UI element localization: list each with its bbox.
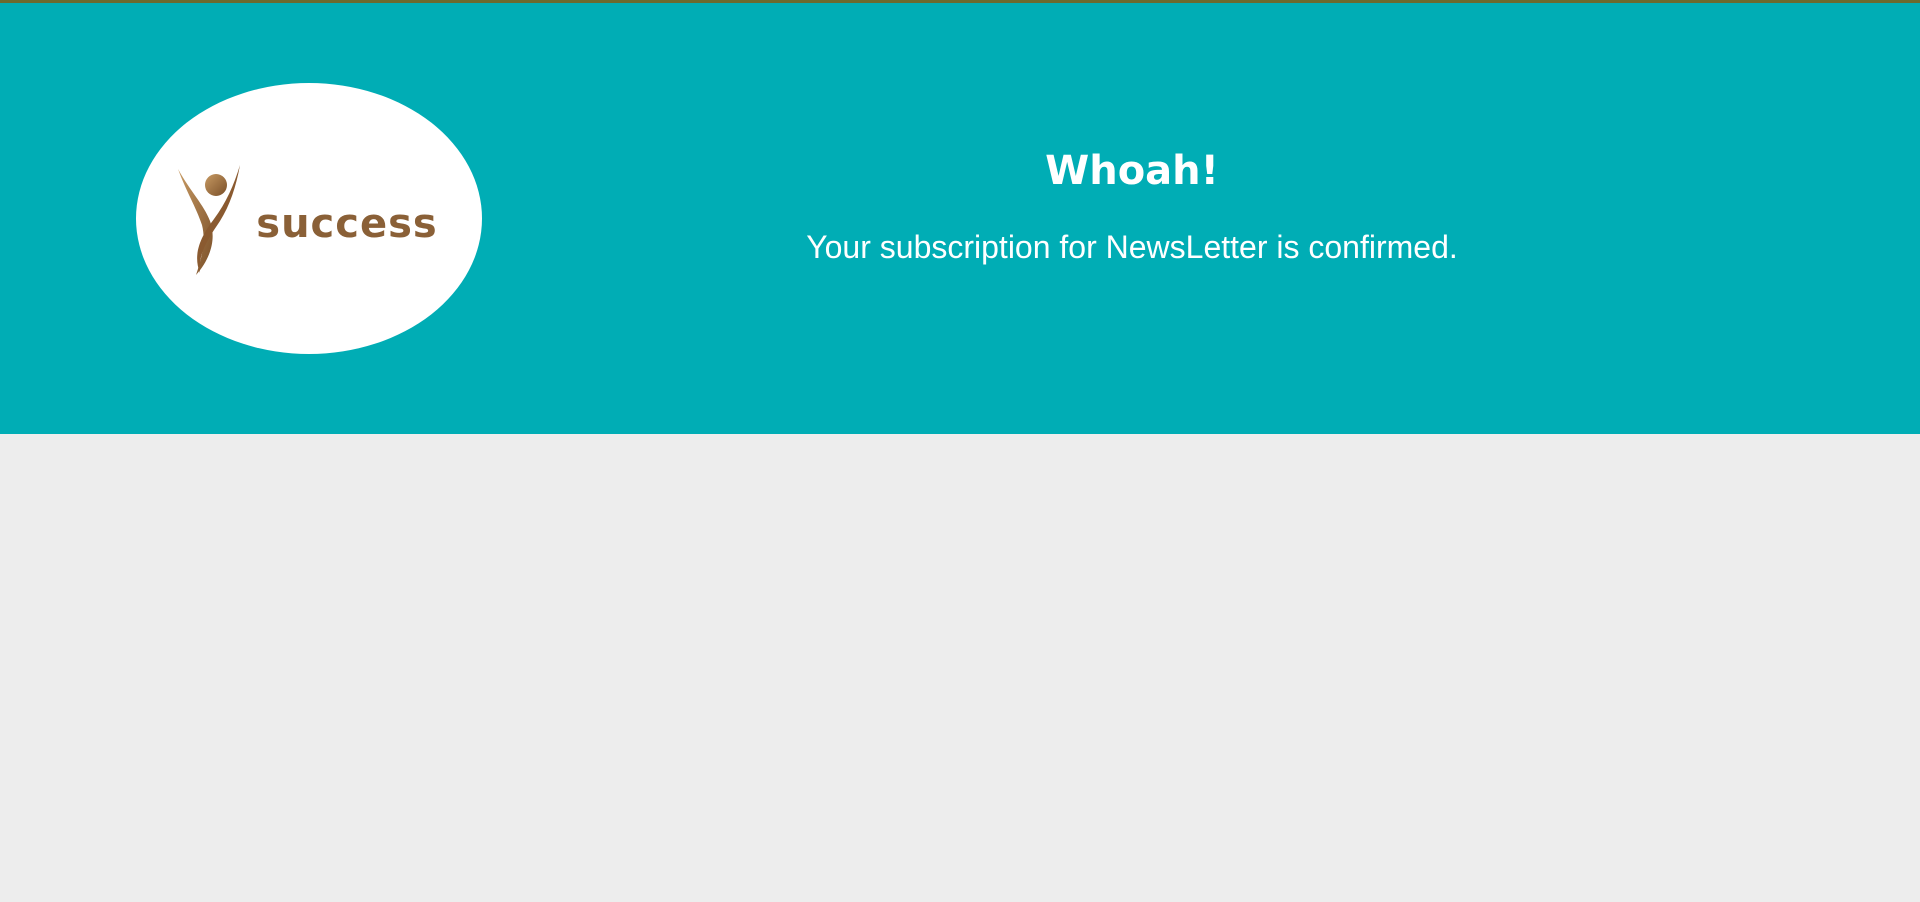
success-figure-icon: [178, 164, 241, 275]
confirmation-banner: success Whoah! Your subscription for New…: [0, 3, 1920, 434]
logo: success: [136, 83, 482, 354]
logo-lockup: success: [174, 161, 437, 279]
logo-wordmark: success: [256, 200, 438, 247]
confirmation-message: Whoah! Your subscription for NewsLetter …: [700, 143, 1564, 267]
page-title: Whoah!: [1045, 148, 1219, 194]
confirmation-text: Your subscription for NewsLetter is conf…: [806, 229, 1458, 265]
